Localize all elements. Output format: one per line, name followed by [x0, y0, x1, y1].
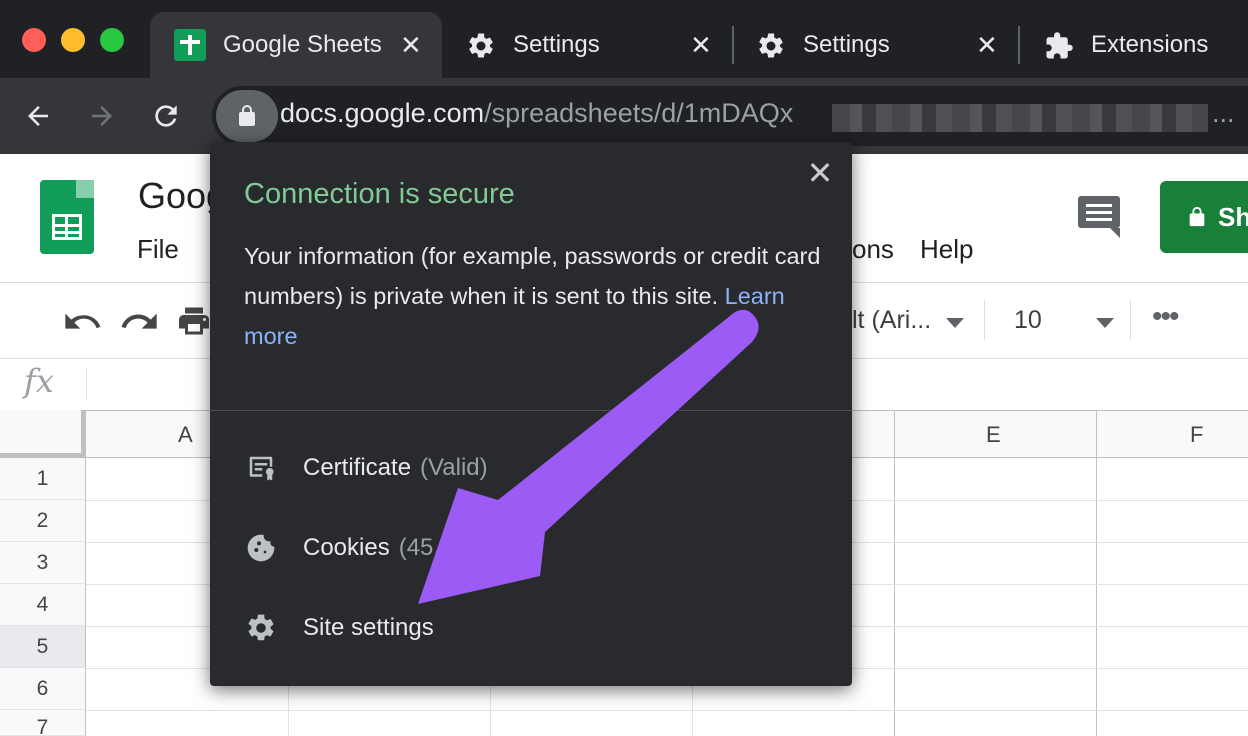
url-text: docs.google.com/spreadsheets/d/1mDAQx	[280, 98, 793, 129]
menu-file[interactable]: File	[137, 234, 179, 265]
menu-add-ons[interactable]: ons	[852, 234, 894, 265]
tab-title: Extensions	[1091, 31, 1209, 58]
cookies-row[interactable]: Cookies (45 )	[244, 528, 541, 568]
font-family-select[interactable]: lt (Ari...	[852, 306, 931, 335]
sheets-logo-icon[interactable]	[40, 180, 94, 254]
window-maximize-button[interactable]	[100, 28, 124, 52]
more-options-button[interactable]: •••	[1152, 300, 1179, 334]
row-header-1[interactable]: 1	[0, 458, 86, 500]
certificate-row[interactable]: Certificate (Valid)	[244, 448, 488, 488]
tab-settings-2[interactable]: Settings ✕	[756, 12, 1012, 78]
tab-settings-1[interactable]: Settings ✕	[466, 12, 726, 78]
grid-line	[1096, 410, 1097, 736]
gear-icon	[248, 614, 274, 641]
font-size-select[interactable]: 10	[1014, 306, 1042, 335]
column-header-e[interactable]: E	[986, 422, 1001, 448]
close-icon[interactable]: ✕	[976, 32, 998, 58]
row-header-2[interactable]: 2	[0, 500, 86, 542]
formula-separator	[86, 368, 87, 400]
gear-icon	[759, 33, 783, 58]
cookies-count-tail: )	[533, 534, 542, 561]
tab-title: Settings	[513, 31, 600, 58]
select-all-corner[interactable]	[0, 410, 86, 458]
row-header-6[interactable]: 6	[0, 668, 86, 710]
connection-status-title: Connection is secure	[244, 178, 515, 210]
forward-arrow-icon	[92, 106, 112, 126]
connection-description: Your information (for example, passwords…	[244, 236, 834, 356]
redo-icon[interactable]	[120, 302, 160, 342]
share-button[interactable]: Sh	[1160, 181, 1248, 253]
cookie-icon	[247, 534, 275, 562]
grid-line	[894, 410, 895, 736]
formula-icon: fx	[24, 362, 54, 400]
tab-title: Settings	[803, 31, 890, 58]
row-header-4[interactable]: 4	[0, 584, 86, 626]
tab-extensions[interactable]: Extensions	[1044, 12, 1248, 78]
forward-button[interactable]	[80, 94, 124, 138]
menu-help[interactable]: Help	[920, 234, 973, 265]
row-header-7[interactable]: 7	[0, 710, 86, 736]
column-header-f[interactable]: F	[1190, 422, 1203, 448]
site-settings-label: Site settings	[303, 614, 434, 641]
cookies-label: Cookies	[303, 534, 390, 561]
chevron-down-icon[interactable]	[1096, 318, 1114, 328]
lock-icon	[1189, 206, 1205, 227]
undo-icon[interactable]	[62, 302, 102, 342]
column-header-a[interactable]: A	[178, 422, 193, 448]
share-label: Sh	[1218, 201, 1248, 232]
site-info-popup	[210, 142, 852, 686]
row-header-3[interactable]: 3	[0, 542, 86, 584]
certificate-label: Certificate	[303, 454, 412, 481]
lock-icon	[239, 105, 255, 126]
gear-icon	[469, 33, 493, 58]
certificate-icon	[249, 456, 274, 481]
row-header-5[interactable]: 5	[0, 626, 86, 668]
back-arrow-icon	[28, 106, 48, 126]
reload-icon	[155, 105, 177, 127]
tab-strip: Google Sheets ✕ Settings ✕ Settings ✕ Ex…	[0, 0, 1248, 78]
certificate-status: (Valid)	[420, 454, 488, 481]
close-icon[interactable]: ✕	[400, 32, 422, 58]
tab-separator	[732, 26, 734, 64]
tab-separator	[1018, 26, 1020, 64]
back-button[interactable]	[16, 94, 60, 138]
url-path: /spreadsheets/d/1mDAQx	[484, 98, 794, 128]
window-minimize-button[interactable]	[61, 28, 85, 52]
popup-divider	[210, 410, 852, 411]
comment-icon[interactable]	[1078, 196, 1120, 238]
toolbar-separator	[984, 300, 985, 340]
chevron-down-icon[interactable]	[946, 318, 964, 328]
close-icon[interactable]: ✕	[806, 157, 834, 189]
window-close-button[interactable]	[22, 28, 46, 52]
toolbar-separator	[1130, 300, 1131, 340]
url-host: docs.google.com	[280, 98, 485, 128]
site-info-button[interactable]	[216, 90, 278, 142]
redacted-url-segment	[832, 104, 1208, 132]
reload-button[interactable]	[144, 94, 188, 138]
sheets-favicon-icon	[174, 29, 206, 61]
tab-title: Google Sheets	[223, 31, 382, 58]
grid-line	[86, 710, 1248, 711]
tab-google-sheets[interactable]: Google Sheets ✕	[150, 12, 442, 78]
url-overflow: ...	[1212, 98, 1235, 128]
cookies-count: (45	[398, 534, 434, 561]
puzzle-icon	[1046, 32, 1073, 59]
close-icon[interactable]: ✕	[690, 32, 712, 58]
print-icon[interactable]	[176, 302, 212, 340]
site-settings-row[interactable]: Site settings	[244, 608, 434, 648]
